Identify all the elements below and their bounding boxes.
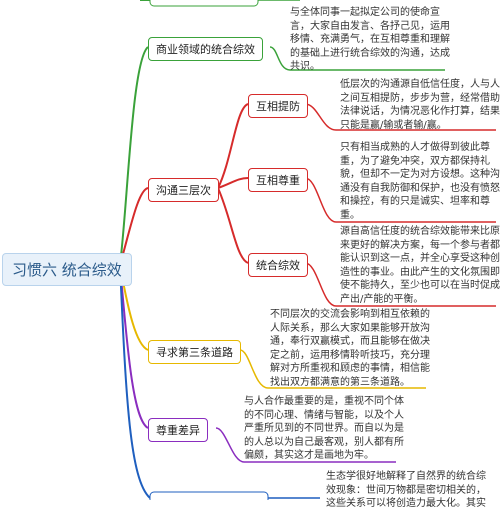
branch-third-alternative[interactable]: 寻求第三条道路 (148, 340, 241, 364)
bottom-cropped-node (149, 491, 269, 500)
note-respect-differences: 与人合作最重要的是，重视不同个体 的不同心理、情绪与智能，以及个人 严重所见到的… (244, 396, 404, 461)
connector-child-3 (217, 187, 249, 264)
child-defensive[interactable]: 互相提防 (248, 94, 308, 118)
connector-child-1 (217, 103, 249, 189)
note-business-synergy: 与全体同事一起拟定公司的使命宣 言，大家自由发言、各抒己见，运用 移情、充满勇气… (290, 7, 450, 72)
child-respectful[interactable]: 互相尊重 (248, 168, 308, 192)
branch-respect-differences[interactable]: 尊重差异 (148, 418, 208, 442)
note-respectful: 只有相当成熟的人才做得到彼此尊 重，为了避免冲突，双方都保持礼 貌，但却不一定为… (340, 142, 500, 221)
note-third-alternative: 不同层次的交流会影响到相互依赖的 人际关系，那么大家如果能够开放沟 通，奉行双赢… (270, 309, 430, 388)
child-synergy[interactable]: 统合综效 (248, 253, 308, 277)
note-defensive: 低层次的沟通源自低信任度，人与人 之间互相提防，步步为营，经常借助 法律说话，为… (340, 79, 500, 131)
note-ecology: 生态学很好地解释了自然界的统合综 效现象：世间万物都是密切相关的， 这些关系可以… (326, 471, 486, 509)
branch-three-levels[interactable]: 沟通三层次 (148, 178, 219, 202)
note-synergy: 源自高信任度的统合综效能带来比原 来更好的解决方案，每一个参与者都 能认识到这一… (340, 226, 500, 305)
center-topic[interactable]: 习惯六 统合综效 (2, 253, 132, 286)
connector-branch-5 (119, 264, 151, 499)
branch-business-synergy[interactable]: 商业领域的统合综效 (148, 37, 263, 61)
connector-branch-1 (119, 46, 149, 266)
top-cropped-node (149, 0, 259, 7)
